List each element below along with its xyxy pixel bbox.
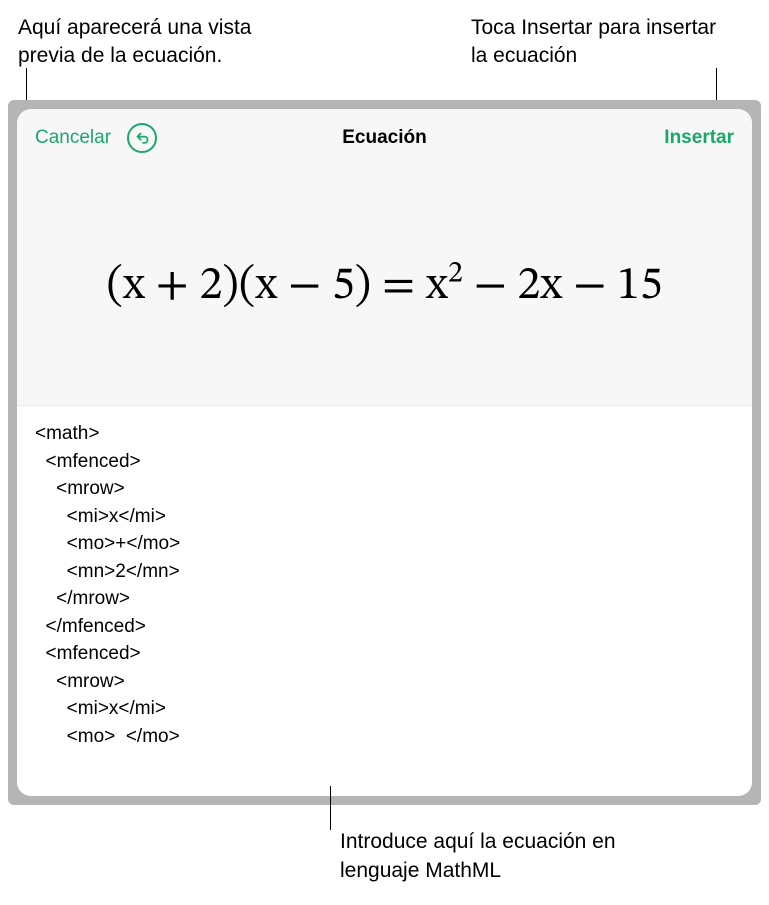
insert-button[interactable]: Insertar [664,127,734,149]
callout-mathml-input: Introduce aquí la ecuación en lenguaje M… [340,828,660,885]
equation-preview: (x + 2)(x − 5) = x2 − 2x − 15 [106,257,662,315]
dialog-title: Ecuación [342,127,426,149]
callout-preview: Aquí aparecerá una vista previa de la ec… [18,14,298,71]
undo-icon [135,131,150,146]
header-left-group: Cancelar [35,123,157,153]
cancel-button[interactable]: Cancelar [35,127,111,149]
equation-preview-area: (x + 2)(x − 5) = x2 − 2x − 15 [17,167,752,405]
callout-line [330,786,331,830]
callout-insert: Toca Insertar para insertar la ecuación [471,14,731,71]
equation-dialog: Cancelar Ecuación Insertar (x + 2)(x − 5… [17,109,752,796]
callout-line [26,68,27,104]
mathml-input-area[interactable]: <math> <mfenced> <mrow> <mi>x</mi> <mo>+… [17,405,752,796]
undo-button[interactable] [127,123,157,153]
dialog-header: Cancelar Ecuación Insertar [17,109,752,167]
callout-line [716,68,717,104]
dialog-frame: Cancelar Ecuación Insertar (x + 2)(x − 5… [8,100,761,805]
